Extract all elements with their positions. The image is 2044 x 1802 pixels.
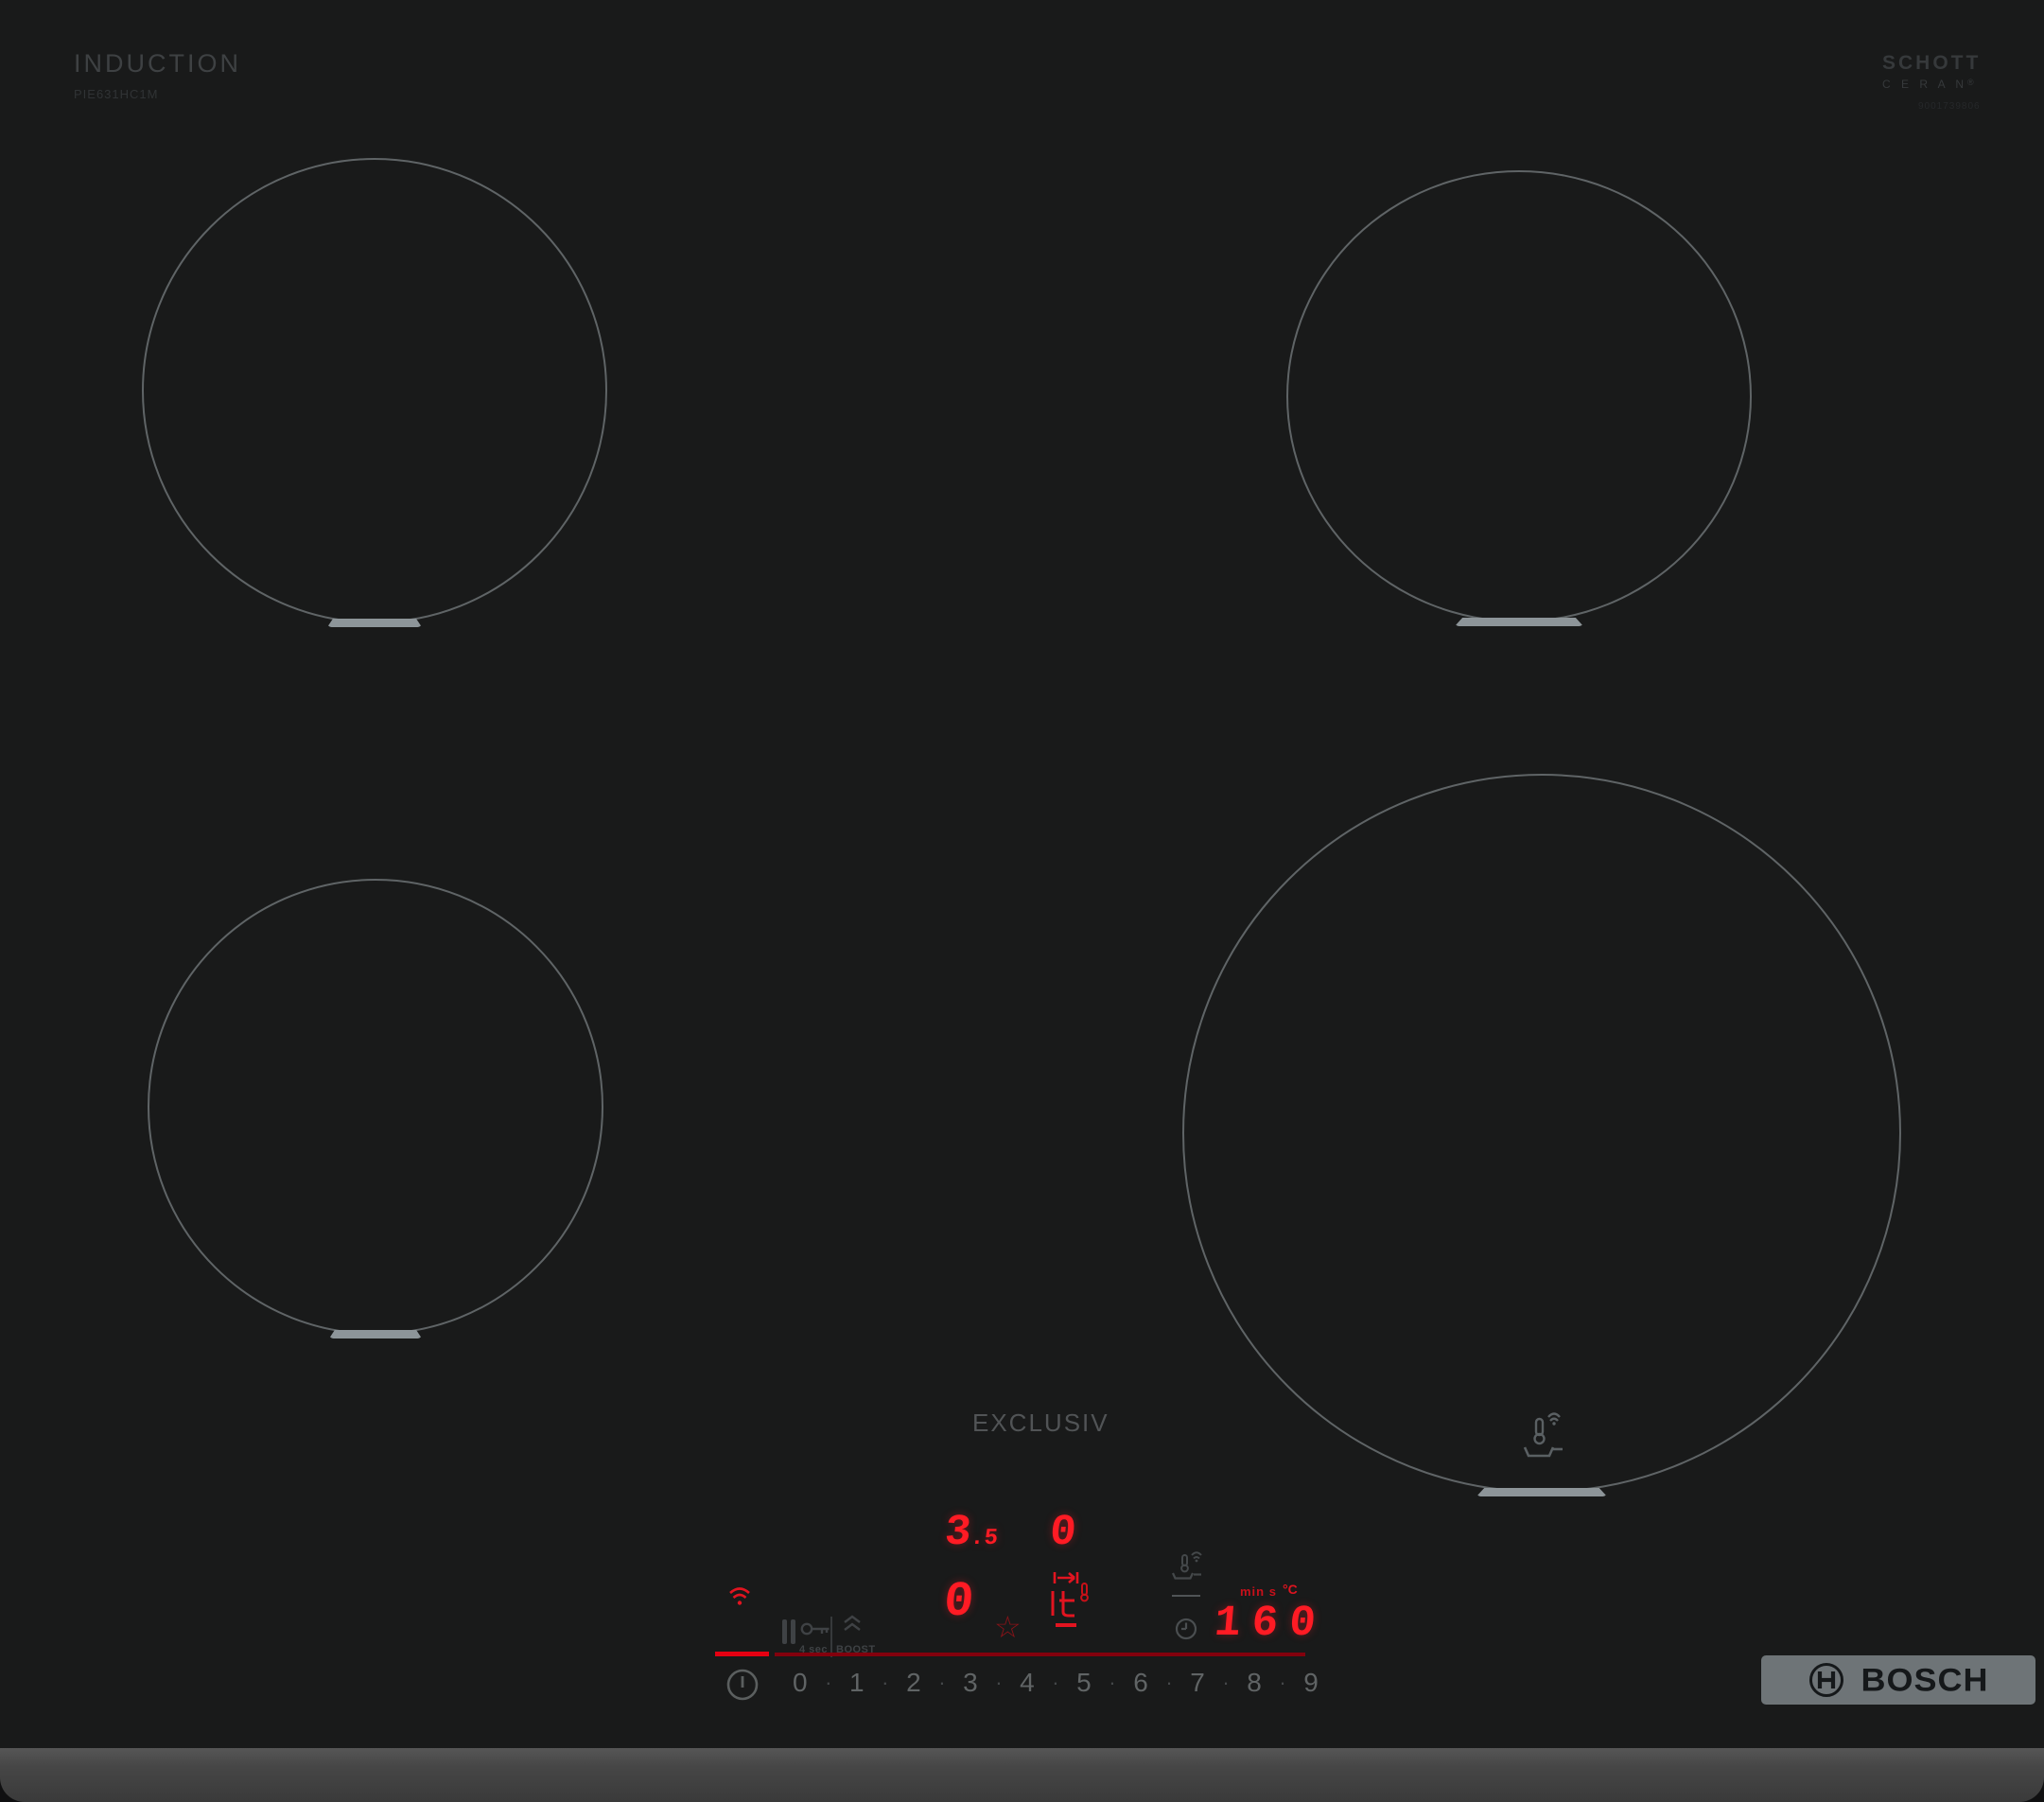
level-key-4[interactable]: 4 bbox=[1020, 1668, 1035, 1698]
digit-separator-dot: · bbox=[1279, 1671, 1285, 1695]
bosch-armature-icon bbox=[1808, 1661, 1845, 1699]
front-left-power-display: 3.5 bbox=[943, 1511, 1000, 1554]
front-left-secondary-display: 0 bbox=[942, 1578, 976, 1627]
center-power-display: 0 bbox=[1048, 1511, 1078, 1554]
induction-hob: INDUCTION PIE631HC1M SCHOTT C E R A N® 9… bbox=[0, 0, 2044, 1802]
cooking-zone-rear-right bbox=[1286, 170, 1752, 622]
level-key-7[interactable]: 7 bbox=[1190, 1668, 1205, 1698]
schott-ceran-logo: SCHOTT C E R A N® 9001739806 bbox=[1882, 52, 1986, 112]
level-key-1[interactable]: 1 bbox=[849, 1668, 865, 1698]
top-left-branding: INDUCTION PIE631HC1M bbox=[74, 49, 241, 101]
model-number-label: PIE631HC1M bbox=[74, 87, 241, 101]
slider-track-segment bbox=[775, 1653, 1305, 1656]
clock-timer-icon[interactable] bbox=[1175, 1618, 1197, 1640]
digit-separator-dot: · bbox=[1052, 1671, 1058, 1695]
timer-display: 160 bbox=[1213, 1601, 1329, 1645]
level-key-8[interactable]: 8 bbox=[1247, 1668, 1262, 1698]
level-key-5[interactable]: 5 bbox=[1076, 1668, 1092, 1698]
series-label: EXCLUSIV bbox=[972, 1408, 1109, 1438]
temperature-unit-label: °C bbox=[1283, 1582, 1298, 1597]
digit-separator-dot: · bbox=[938, 1671, 945, 1695]
schott-label: SCHOTT bbox=[1882, 52, 1986, 75]
level-key-6[interactable]: 6 bbox=[1133, 1668, 1148, 1698]
level-key-9[interactable]: 9 bbox=[1303, 1668, 1319, 1698]
cooking-zone-front-right-sensor bbox=[1182, 774, 1901, 1493]
pan-thermometer-wifi-icon bbox=[1523, 1408, 1564, 1459]
zone-marker-notch bbox=[1476, 1488, 1607, 1496]
product-line-label: INDUCTION bbox=[74, 49, 241, 79]
digit-separator-dot: · bbox=[1109, 1671, 1115, 1695]
cooking-zone-front-left bbox=[148, 879, 603, 1335]
favorite-star-key[interactable]: ☆ bbox=[994, 1612, 1022, 1642]
wifi-indicator-icon bbox=[727, 1586, 752, 1607]
bosch-wordmark: BOSCH bbox=[1861, 1661, 1988, 1699]
ceran-label: C E R A N® bbox=[1882, 78, 1986, 91]
digit-separator-dot: · bbox=[882, 1671, 888, 1695]
registered-mark: ® bbox=[1967, 78, 1978, 87]
power-icon[interactable] bbox=[725, 1668, 760, 1702]
pan-thermometer-wifi-icon[interactable] bbox=[1171, 1549, 1205, 1580]
pause-bars-icon bbox=[782, 1619, 796, 1644]
digit-separator-dot: · bbox=[1165, 1671, 1172, 1695]
timer-unit-label: min s bbox=[1240, 1584, 1277, 1599]
zone-marker-notch bbox=[1455, 618, 1583, 626]
level-key-0[interactable]: 0 bbox=[793, 1668, 808, 1698]
front-trim-strip bbox=[0, 1748, 2044, 1802]
move-pan-timer-icon bbox=[1048, 1570, 1093, 1633]
zone-marker-notch bbox=[327, 619, 422, 627]
power-level-slider[interactable]: 0 · 1 · 2 · 3 · 4 · 5 · 6 · 7 · 8 · 9 bbox=[793, 1668, 1319, 1698]
digit-separator-dot: · bbox=[995, 1671, 1002, 1695]
digit-separator-dot: · bbox=[825, 1671, 831, 1695]
cooking-zone-rear-left bbox=[142, 158, 607, 623]
level-key-2[interactable]: 2 bbox=[906, 1668, 921, 1698]
glass-surface: INDUCTION PIE631HC1M SCHOTT C E R A N® 9… bbox=[0, 0, 2044, 1748]
panel-divider bbox=[830, 1617, 832, 1657]
zone-marker-notch bbox=[329, 1330, 422, 1338]
bosch-badge: BOSCH bbox=[1761, 1655, 2035, 1705]
slider-active-segment bbox=[715, 1652, 769, 1656]
key-lock-icon[interactable] bbox=[799, 1618, 831, 1639]
glass-serial-number: 9001739806 bbox=[1918, 101, 1986, 112]
digit-separator-dot: · bbox=[1222, 1671, 1229, 1695]
double-chevron-up-icon[interactable] bbox=[842, 1614, 863, 1633]
sensor-underline bbox=[1172, 1595, 1200, 1597]
level-key-3[interactable]: 3 bbox=[963, 1668, 978, 1698]
